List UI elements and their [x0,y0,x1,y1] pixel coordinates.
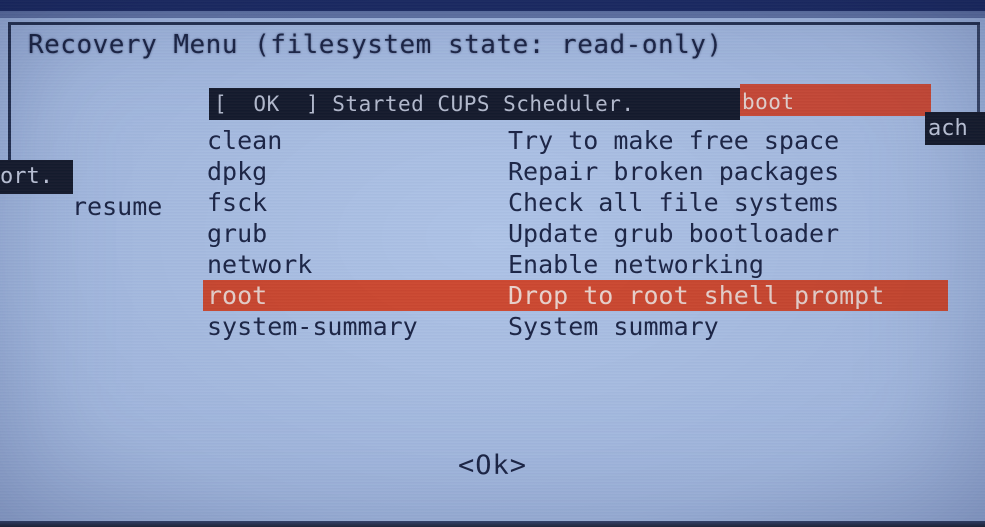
boot-message-text: [ OK ] Started CUPS Scheduler. [214,92,635,116]
menu-item-key: system-summary [207,312,418,341]
menu-item-description: Repair broken packages [508,157,840,186]
menu-item-key: fsck [207,188,268,217]
menu-item-key: network [207,250,313,279]
screen-top-band [0,0,985,11]
menu-item-fsck[interactable]: fsck Check all file systems [203,187,948,218]
menu-item-system-summary[interactable]: system-summary System summary [203,311,948,342]
menu-item-root[interactable]: root Drop to root shell prompt [203,280,948,311]
menu-item-description: Drop to root shell prompt [508,281,885,310]
left-edge-fragment-text: ort. [0,164,53,189]
recovery-menu-list[interactable]: clean Try to make free space dpkg Repair br… [203,125,948,342]
menu-item-description: Update grub bootloader [508,219,840,248]
menu-item-dpkg[interactable]: dpkg Repair broken packages [203,156,948,187]
dialog-border-top [8,22,980,25]
menu-item-key: root [207,281,268,310]
menu-item-grub[interactable]: grub Update grub bootloader [203,218,948,249]
menu-item-key: clean [207,126,283,155]
menu-item-key: dpkg [207,157,268,186]
screen-bottom-band [0,521,985,527]
menu-item-description: System summary [508,312,719,341]
recovery-menu-screen: Recovery Menu (filesystem state: read-on… [0,0,985,527]
menu-item-network[interactable]: network Enable networking [203,249,948,280]
menu-item-description: Enable networking [508,250,764,279]
menu-item-clean[interactable]: clean Try to make free space [203,125,948,156]
ok-button[interactable]: <Ok> [0,450,985,481]
page-title: Recovery Menu (filesystem state: read-on… [28,30,723,60]
menu-item-description: Check all file systems [508,188,840,217]
stray-resume-text: resume [72,192,163,221]
screen-top-band-secondary [0,11,985,18]
dialog-border-left [8,22,11,162]
menu-item-description: Try to make free space [508,126,840,155]
boot-message-red-text: boot [742,90,795,114]
menu-item-key: grub [207,219,268,248]
